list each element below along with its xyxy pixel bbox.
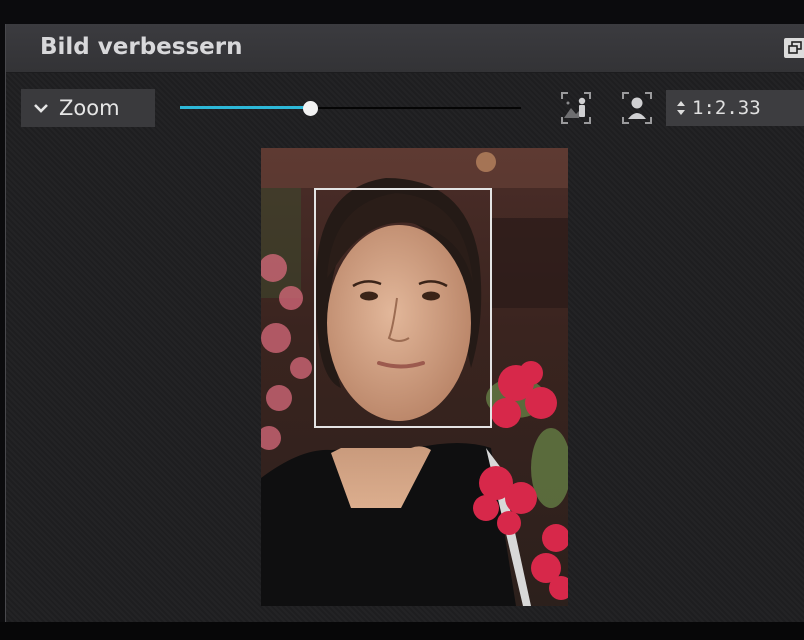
- fit-face-icon: [622, 92, 652, 124]
- zoom-label: Zoom: [59, 96, 120, 120]
- zoom-ratio-spinner[interactable]: 1:2.33: [666, 90, 804, 126]
- detach-panel-button[interactable]: [784, 38, 804, 58]
- detach-window-icon: [788, 41, 802, 54]
- enhance-image-panel: Bild verbessern Zoom 1:2.33: [5, 24, 804, 622]
- zoom-slider-thumb[interactable]: [302, 101, 318, 116]
- zoom-ratio-value: 1:2.33: [692, 97, 761, 119]
- zoom-content-area: Zoom 1:2.33: [6, 73, 804, 622]
- fit-face-button[interactable]: [620, 90, 654, 126]
- fit-body-icon: [561, 92, 591, 124]
- spinner-arrows-icon: [677, 101, 685, 115]
- zoom-collapse-toggle[interactable]: Zoom: [21, 89, 155, 127]
- fit-body-button[interactable]: [559, 90, 593, 126]
- zoom-slider-fill: [180, 106, 310, 109]
- panel-titlebar: Bild verbessern: [6, 24, 804, 73]
- chevron-down-icon: [34, 104, 48, 113]
- face-detection-box[interactable]: [314, 188, 492, 428]
- top-window-strip: [0, 0, 804, 24]
- zoom-slider[interactable]: [180, 101, 521, 116]
- bottom-window-strip: [0, 622, 804, 640]
- panel-title: Bild verbessern: [40, 34, 243, 60]
